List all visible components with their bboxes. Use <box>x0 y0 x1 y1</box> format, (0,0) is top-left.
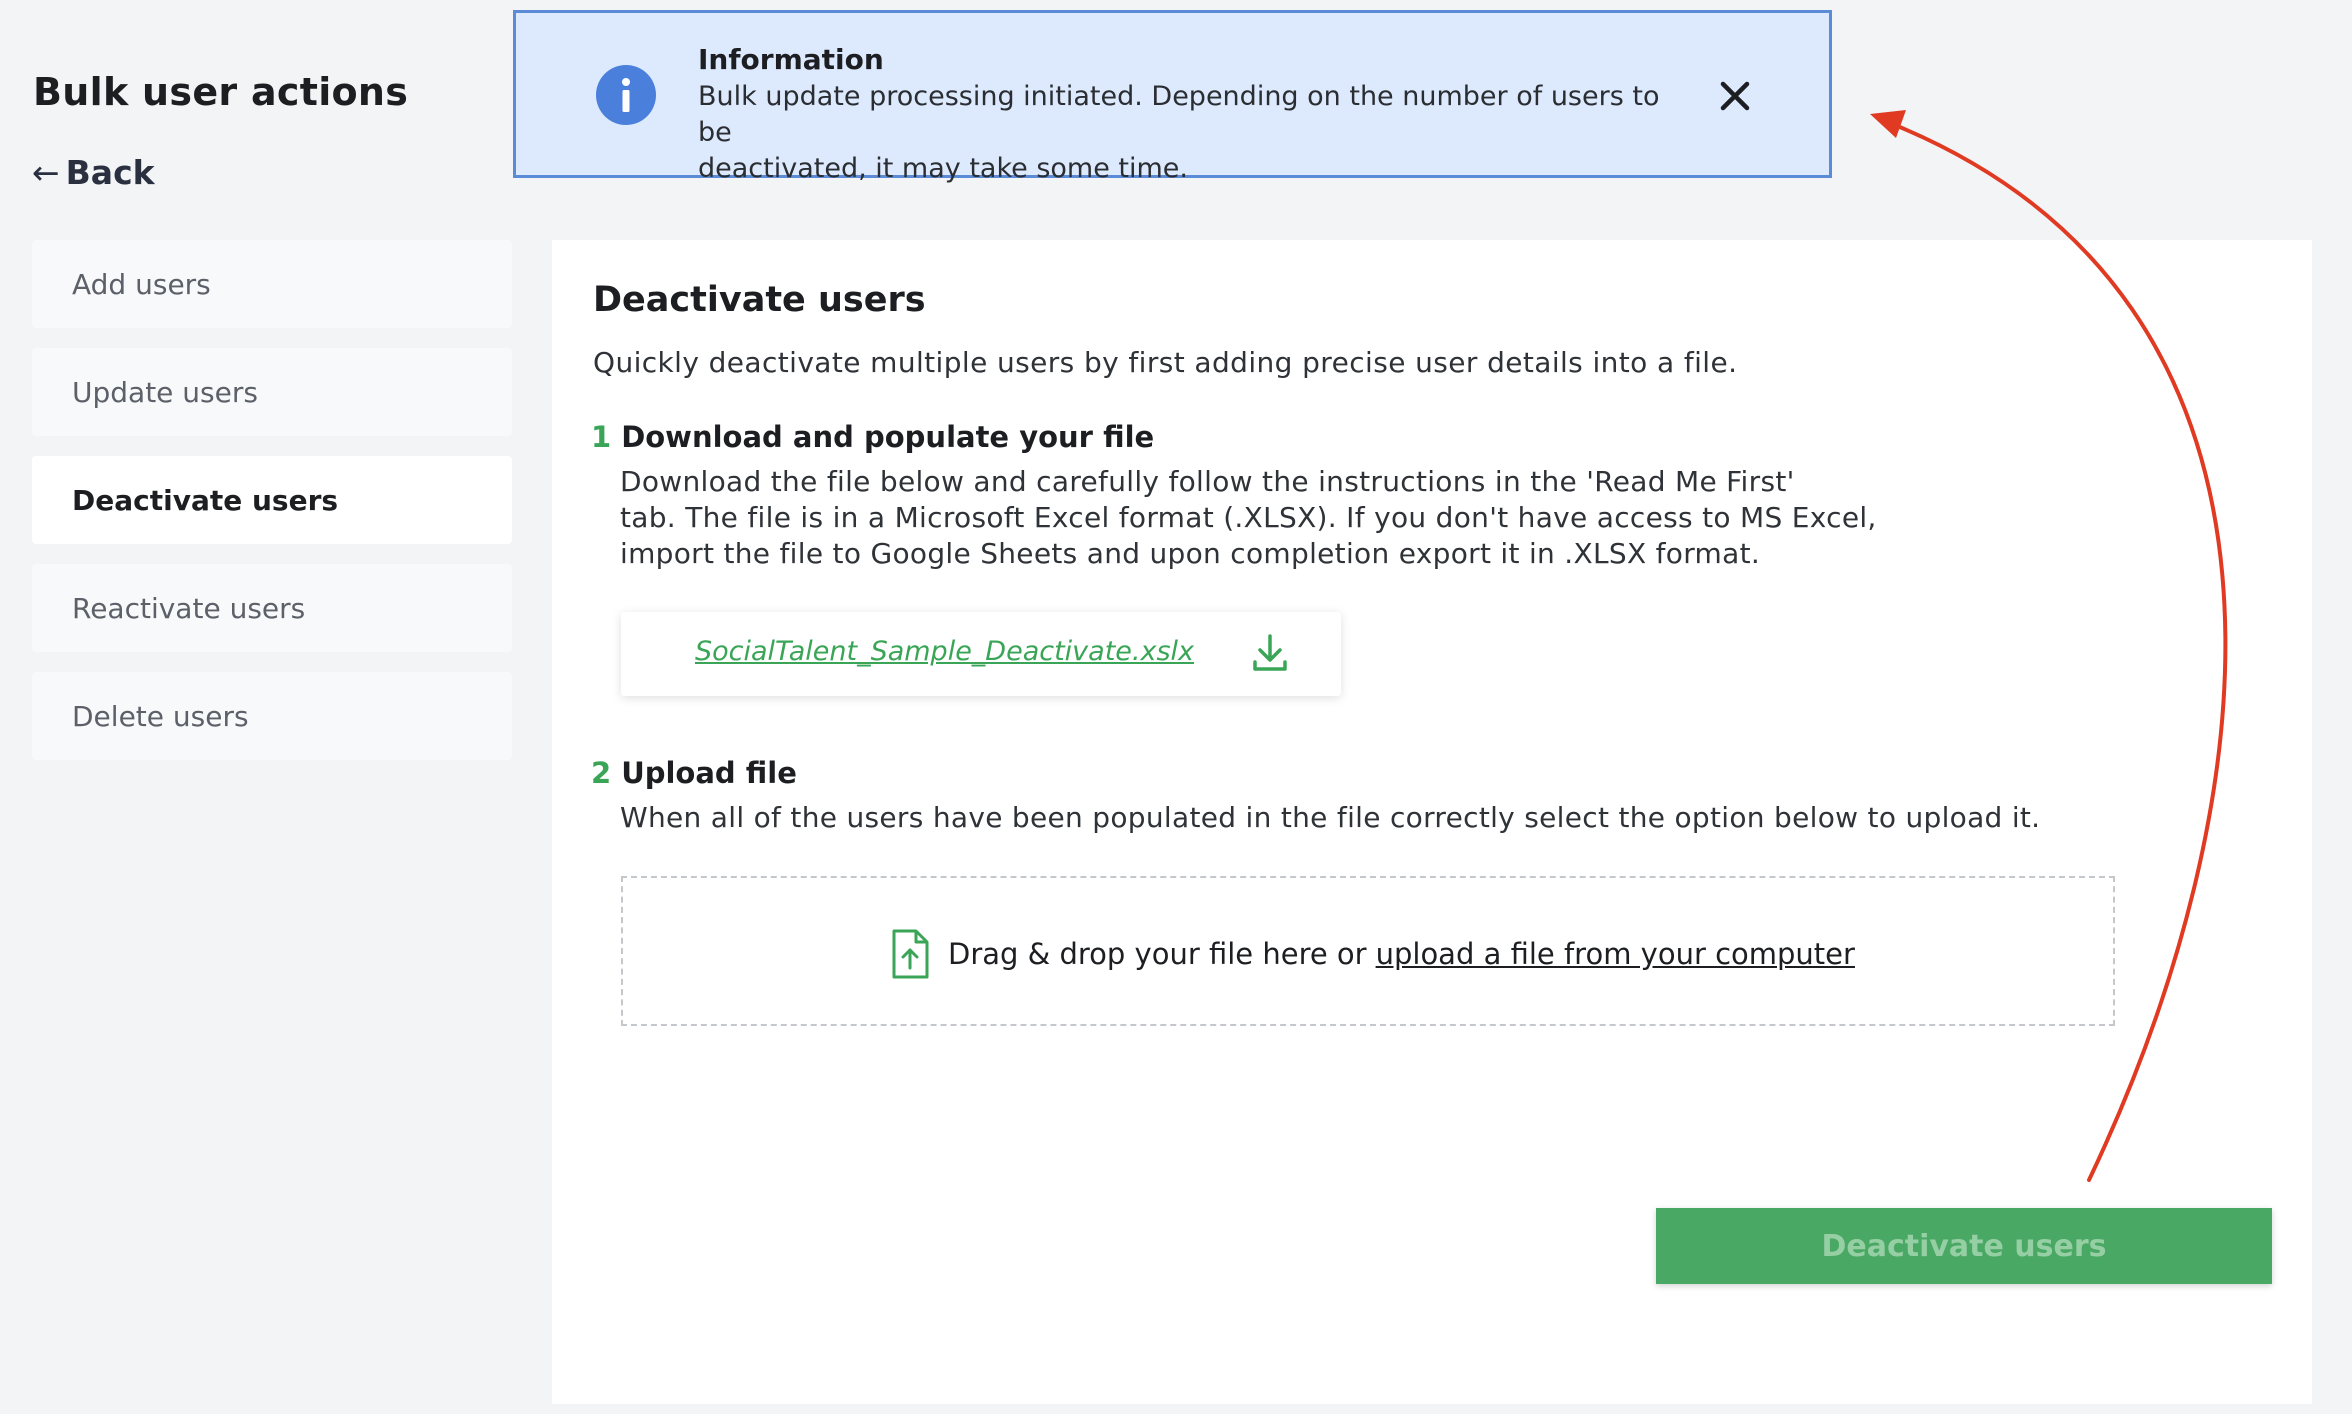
page-title: Bulk user actions <box>33 70 409 114</box>
sidebar-item-add-users[interactable]: Add users <box>32 240 512 328</box>
info-notification: Information Bulk update processing initi… <box>513 10 1832 184</box>
info-icon <box>596 65 656 125</box>
sidebar-item-label: Add users <box>72 267 211 301</box>
sidebar-item-reactivate-users[interactable]: Reactivate users <box>32 564 512 652</box>
step-1-line: import the file to Google Sheets and upo… <box>620 537 1761 570</box>
drop-zone-content: Drag & drop your file here or upload a f… <box>890 928 1855 980</box>
download-icon[interactable] <box>1251 632 1289 674</box>
download-file-link[interactable]: SocialTalent_Sample_Deactivate.xslx <box>695 636 1194 667</box>
notification-message: Bulk update processing initiated. Depend… <box>698 79 1698 187</box>
notification-message-line: deactivated, it may take some time. <box>698 153 1188 184</box>
step-2-instructions: When all of the users have been populate… <box>620 801 2041 834</box>
step-2-number: 2 <box>591 756 612 790</box>
step-2-heading: 2 Upload file <box>591 756 797 790</box>
notification-message-line: Bulk update processing initiated. Depend… <box>698 81 1660 148</box>
section-title: Deactivate users <box>593 280 926 320</box>
deactivate-users-button[interactable]: Deactivate users <box>1656 1208 2272 1284</box>
file-upload-icon <box>892 929 929 979</box>
section-description: Quickly deactivate multiple users by fir… <box>593 346 1738 379</box>
step-1-heading: 1 Download and populate your file <box>591 420 1154 454</box>
sidebar-item-update-users[interactable]: Update users <box>32 348 512 436</box>
sidebar-item-label: Reactivate users <box>72 591 306 625</box>
sidebar-item-label: Deactivate users <box>72 483 339 517</box>
main-panel: Deactivate users Quickly deactivate mult… <box>552 240 2312 1404</box>
sidebar-item-deactivate-users[interactable]: Deactivate users <box>32 456 512 544</box>
sidebar-item-label: Delete users <box>72 699 249 733</box>
back-label: Back <box>65 153 155 192</box>
download-file-card[interactable]: SocialTalent_Sample_Deactivate.xslx <box>621 612 1341 696</box>
sidebar: Add users Update users Deactivate users … <box>32 240 512 780</box>
step-1-number: 1 <box>591 420 612 454</box>
sidebar-item-label: Update users <box>72 375 258 409</box>
close-icon[interactable] <box>1718 79 1752 113</box>
step-1-heading-text: Download and populate your file <box>621 420 1155 454</box>
file-drop-zone[interactable]: Drag & drop your file here or upload a f… <box>621 876 2115 1026</box>
sidebar-item-delete-users[interactable]: Delete users <box>32 672 512 760</box>
notification-title: Information <box>698 43 884 76</box>
upload-file-link[interactable]: upload a file from your computer <box>1376 937 1855 971</box>
back-arrow-icon: ← <box>32 153 60 192</box>
step-2-heading-text: Upload file <box>621 756 797 790</box>
step-1-line: tab. The file is in a Microsoft Excel fo… <box>620 501 1877 534</box>
step-1-line: Download the file below and carefully fo… <box>620 465 1795 498</box>
step-1-instructions: Download the file below and carefully fo… <box>620 464 1877 572</box>
drop-zone-text: Drag & drop your file here or <box>948 937 1367 971</box>
back-link[interactable]: ← Back <box>32 153 155 192</box>
